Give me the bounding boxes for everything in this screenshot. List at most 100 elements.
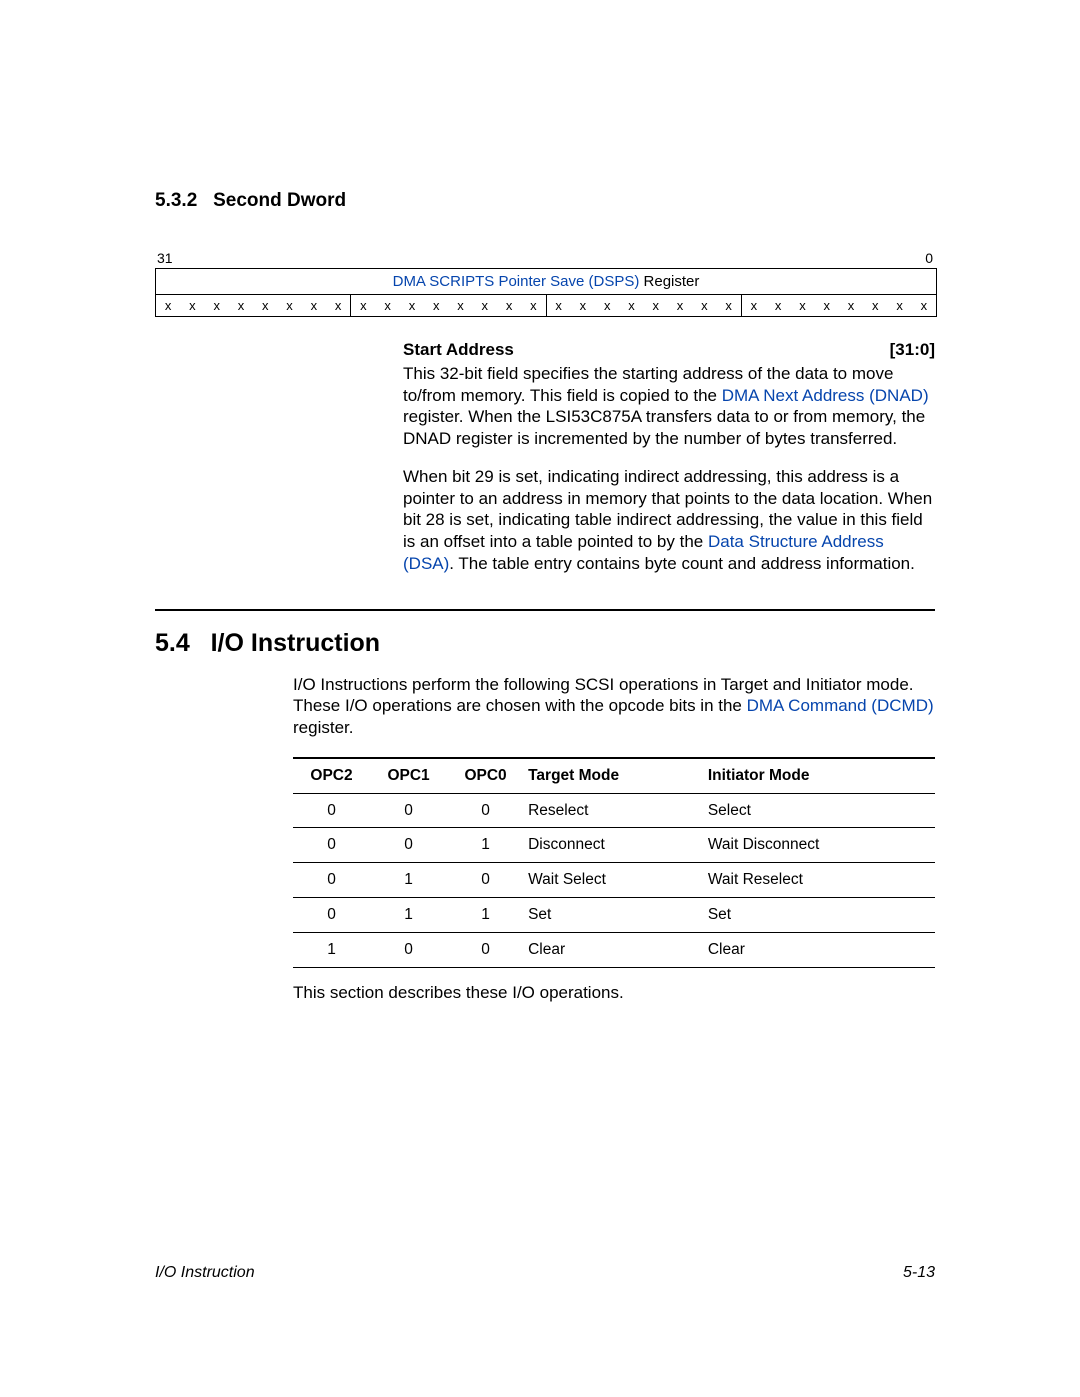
field-paragraph-1: This 32-bit field specifies the starting…	[403, 363, 935, 450]
bit-cell: x	[351, 295, 375, 316]
table-cell: Clear	[704, 932, 935, 967]
bit-cell: x	[376, 295, 400, 316]
bits-group: xxxxxxxx	[156, 295, 350, 316]
bit-cell: x	[180, 295, 204, 316]
bit-cell: x	[253, 295, 277, 316]
register-suffix: Register	[639, 273, 699, 290]
bit-cell: x	[302, 295, 326, 316]
bit-cell: x	[156, 295, 180, 316]
bit-cell: x	[229, 295, 253, 316]
table-cell: 0	[370, 793, 447, 828]
subsection-title: Second Dword	[213, 190, 346, 211]
table-row: 100ClearClear	[293, 932, 935, 967]
table-cell: 1	[447, 898, 524, 933]
dnad-link[interactable]: DMA Next Address (DNAD)	[722, 386, 929, 405]
register-link[interactable]: DMA SCRIPTS Pointer Save (DSPS)	[393, 273, 640, 290]
bits-group: xxxxxxxx	[546, 295, 741, 316]
section-body: I/O Instructions perform the following S…	[293, 674, 935, 1004]
section-heading: 5.4 I/O Instruction	[155, 629, 935, 658]
table-header: OPC1	[370, 758, 447, 793]
bit-cell: x	[692, 295, 716, 316]
table-row: 001DisconnectWait Disconnect	[293, 828, 935, 863]
table-header: OPC2	[293, 758, 370, 793]
bit-cell: x	[839, 295, 863, 316]
table-cell: Set	[524, 898, 704, 933]
table-header: Initiator Mode	[704, 758, 935, 793]
bit-cell: x	[716, 295, 740, 316]
dcmd-link[interactable]: DMA Command (DCMD)	[747, 696, 934, 715]
bit-cell: x	[571, 295, 595, 316]
bits-group: xxxxxxxx	[350, 295, 545, 316]
opcode-table: OPC2OPC1OPC0Target ModeInitiator Mode 00…	[293, 757, 935, 968]
field-paragraph-2: When bit 29 is set, indicating indirect …	[403, 466, 935, 575]
table-cell: 0	[370, 932, 447, 967]
bit-cell: x	[766, 295, 790, 316]
bit-range-labels: 31 0	[155, 250, 935, 266]
table-cell: Select	[704, 793, 935, 828]
bit-hi: 31	[157, 250, 173, 266]
page-footer: I/O Instruction 5-13	[155, 1264, 935, 1282]
bit-cell: x	[912, 295, 936, 316]
section-title: I/O Instruction	[211, 629, 380, 657]
table-cell: 0	[293, 793, 370, 828]
table-cell: 1	[370, 898, 447, 933]
field-header: Start Address [31:0]	[403, 339, 935, 361]
bit-cell: x	[521, 295, 545, 316]
page: 5.3.2 Second Dword 31 0 DMA SCRIPTS Poin…	[0, 0, 1080, 1397]
bit-cell: x	[473, 295, 497, 316]
field-description: Start Address [31:0] This 32-bit field s…	[403, 339, 935, 575]
table-row: 010Wait SelectWait Reselect	[293, 863, 935, 898]
bit-cell: x	[424, 295, 448, 316]
outro-paragraph: This section describes these I/O operati…	[293, 982, 935, 1004]
table-row: 000ReselectSelect	[293, 793, 935, 828]
table-header: OPC0	[447, 758, 524, 793]
bit-cell: x	[887, 295, 911, 316]
table-cell: Disconnect	[524, 828, 704, 863]
table-cell: Reselect	[524, 793, 704, 828]
bit-cell: x	[277, 295, 301, 316]
bits-row: xxxxxxxxxxxxxxxxxxxxxxxxxxxxxxxx	[156, 294, 936, 316]
bit-cell: x	[547, 295, 571, 316]
table-cell: Wait Reselect	[704, 863, 935, 898]
section-number: 5.4	[155, 629, 190, 657]
bit-cell: x	[644, 295, 668, 316]
footer-left: I/O Instruction	[155, 1264, 255, 1282]
bit-cell: x	[815, 295, 839, 316]
bit-cell: x	[448, 295, 472, 316]
field-name: Start Address	[403, 339, 514, 361]
table-cell: 0	[447, 863, 524, 898]
bit-cell: x	[205, 295, 229, 316]
subsection-heading: 5.3.2 Second Dword	[155, 190, 935, 212]
bit-cell: x	[790, 295, 814, 316]
table-cell: 0	[293, 828, 370, 863]
section-rule	[155, 609, 935, 611]
bit-cell: x	[595, 295, 619, 316]
bit-cell: x	[497, 295, 521, 316]
footer-right: 5-13	[903, 1264, 935, 1282]
field-bitrange: [31:0]	[890, 339, 935, 361]
bit-cell: x	[742, 295, 766, 316]
table-cell: Wait Select	[524, 863, 704, 898]
intro-paragraph: I/O Instructions perform the following S…	[293, 674, 935, 739]
table-header-row: OPC2OPC1OPC0Target ModeInitiator Mode	[293, 758, 935, 793]
table-cell: 1	[370, 863, 447, 898]
bit-cell: x	[619, 295, 643, 316]
table-cell: Wait Disconnect	[704, 828, 935, 863]
bit-cell: x	[863, 295, 887, 316]
table-cell: 0	[447, 932, 524, 967]
table-cell: Clear	[524, 932, 704, 967]
table-row: 011SetSet	[293, 898, 935, 933]
subsection-number: 5.3.2	[155, 190, 197, 211]
bit-cell: x	[326, 295, 350, 316]
bit-lo: 0	[925, 250, 933, 266]
table-cell: 1	[293, 932, 370, 967]
table-cell: 0	[447, 793, 524, 828]
table-cell: 0	[370, 828, 447, 863]
register-diagram: DMA SCRIPTS Pointer Save (DSPS) Register…	[155, 268, 937, 317]
table-cell: 0	[293, 863, 370, 898]
bits-group: xxxxxxxx	[741, 295, 936, 316]
table-cell: 0	[293, 898, 370, 933]
table-cell: 1	[447, 828, 524, 863]
bit-cell: x	[400, 295, 424, 316]
register-title-row: DMA SCRIPTS Pointer Save (DSPS) Register	[156, 269, 936, 294]
